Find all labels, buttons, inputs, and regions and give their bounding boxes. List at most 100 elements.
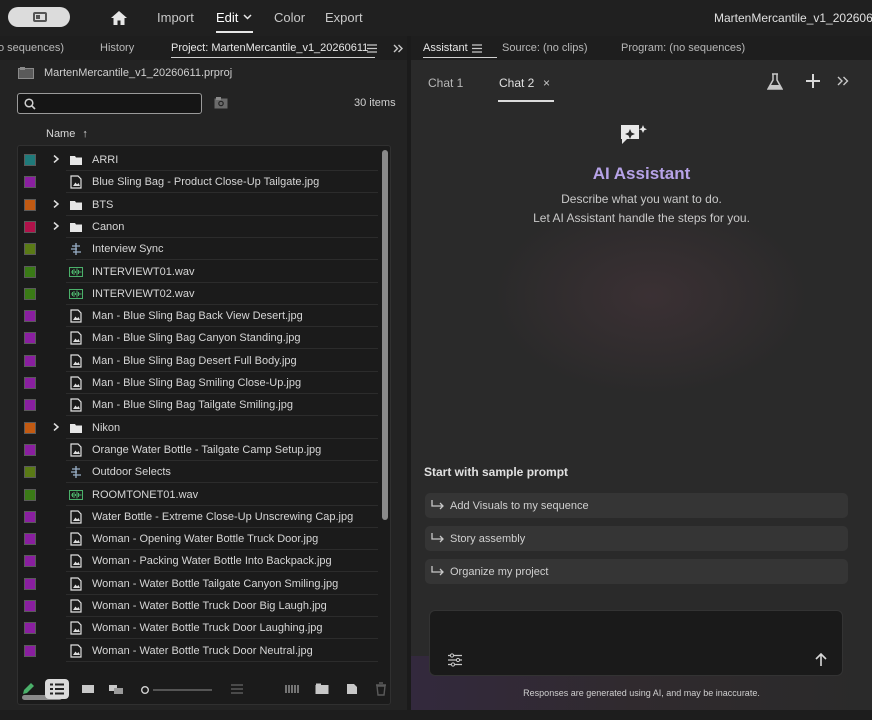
menu-import[interactable]: Import <box>157 10 194 25</box>
label-color-swatch[interactable] <box>24 243 36 256</box>
chevron-right-icon[interactable] <box>52 155 60 163</box>
chevron-right-icon[interactable] <box>52 422 60 431</box>
list-item[interactable]: Interview Sync <box>18 238 378 261</box>
project-file-icon <box>18 67 34 79</box>
list-item-label: Man - Blue Sling Bag Desert Full Body.jp… <box>92 354 297 367</box>
close-icon[interactable]: × <box>543 76 550 90</box>
label-color-swatch[interactable] <box>24 310 36 323</box>
list-item[interactable]: Woman - Water Bottle Truck Door Big Laug… <box>18 595 378 617</box>
list-item[interactable]: Water Bottle - Extreme Close-Up Unscrewi… <box>18 506 378 528</box>
list-item[interactable]: INTERVIEWT02.wav <box>18 283 378 305</box>
row-divider <box>66 482 378 484</box>
list-item[interactable]: Woman - Water Bottle Tailgate Canyon Smi… <box>18 573 378 595</box>
label-color-swatch[interactable] <box>24 510 36 523</box>
list-item[interactable]: Woman - Opening Water Bottle Truck Door.… <box>18 528 378 551</box>
overflow-chevrons-icon[interactable] <box>837 76 849 86</box>
label-color-swatch[interactable] <box>24 644 36 657</box>
label-color-swatch[interactable] <box>24 265 36 278</box>
tab-source[interactable]: Source: (no clips) <box>502 42 588 54</box>
chevron-down-icon[interactable] <box>243 14 252 20</box>
new-item-icon[interactable] <box>344 681 360 697</box>
list-item[interactable]: BTS <box>18 194 378 216</box>
tab-chat-1[interactable]: Chat 1 <box>428 76 463 90</box>
send-arrow-icon[interactable] <box>815 653 827 667</box>
list-item[interactable]: Man - Blue Sling Bag Desert Full Body.jp… <box>18 350 378 372</box>
label-color-swatch[interactable] <box>24 377 36 389</box>
label-color-swatch[interactable] <box>24 421 36 434</box>
list-item[interactable]: ARRI <box>18 149 378 171</box>
tab-program[interactable]: Program: (no sequences) <box>621 42 745 54</box>
label-color-swatch[interactable] <box>24 555 36 568</box>
list-item[interactable]: Man - Blue Sling Bag Back View Desert.jp… <box>18 305 378 328</box>
prompt-organize-project-button[interactable]: Organize my project <box>425 559 848 584</box>
home-icon[interactable] <box>110 9 128 27</box>
new-bin-icon[interactable] <box>314 681 330 697</box>
list-item[interactable]: Man - Blue Sling Bag Canyon Standing.jpg <box>18 327 378 350</box>
automate-to-sequence-icon[interactable] <box>284 681 300 697</box>
menu-export[interactable]: Export <box>325 10 363 25</box>
timeline-strip <box>0 710 872 720</box>
tab-project[interactable]: Project: MartenMercantile_v1_20260611 <box>171 42 368 54</box>
menu-color[interactable]: Color <box>274 10 305 25</box>
beaker-icon[interactable] <box>767 73 783 91</box>
list-item[interactable]: ROOMTONET01.wav <box>18 484 378 506</box>
label-color-swatch[interactable] <box>24 466 36 479</box>
name-column-header[interactable]: Name ↑ <box>46 128 88 140</box>
label-color-swatch[interactable] <box>24 533 36 546</box>
label-color-swatch[interactable] <box>24 622 36 635</box>
icon-view-icon[interactable] <box>80 681 96 697</box>
hamburger-menu-icon[interactable] <box>472 44 482 53</box>
chevron-right-icon[interactable] <box>52 221 60 230</box>
menu-edit[interactable]: Edit <box>216 10 238 25</box>
label-color-swatch[interactable] <box>24 600 36 612</box>
freeform-view-icon[interactable] <box>108 681 124 697</box>
tab-history[interactable]: History <box>100 42 134 54</box>
new-search-bin-icon[interactable] <box>214 97 228 109</box>
list-item[interactable]: Woman - Packing Water Bottle Into Backpa… <box>18 550 378 573</box>
prompt-add-visuals-button[interactable]: Add Visuals to my sequence <box>425 493 848 518</box>
zoom-slider[interactable] <box>140 686 214 694</box>
tab-assistant[interactable]: Assistant <box>423 42 468 54</box>
row-divider <box>66 370 378 372</box>
workspace-toggle-button[interactable] <box>8 7 70 27</box>
label-color-swatch[interactable] <box>24 198 36 211</box>
label-color-swatch[interactable] <box>24 176 36 189</box>
chat-input[interactable] <box>429 610 843 676</box>
settings-sliders-icon[interactable] <box>447 653 463 667</box>
tab-sequences[interactable]: o sequences) <box>0 42 64 54</box>
label-color-swatch[interactable] <box>24 220 36 233</box>
prompt-story-assembly-button[interactable]: Story assembly <box>425 526 848 551</box>
sort-icons-icon[interactable] <box>229 681 245 697</box>
list-item[interactable]: Nikon <box>18 417 378 439</box>
list-item[interactable]: Man - Blue Sling Bag Tailgate Smiling.jp… <box>18 394 378 417</box>
search-input[interactable] <box>17 93 202 114</box>
overflow-chevrons-icon[interactable] <box>393 44 403 53</box>
label-color-swatch[interactable] <box>24 443 36 456</box>
vertical-scrollbar[interactable] <box>382 150 388 520</box>
label-color-swatch[interactable] <box>24 577 36 590</box>
image-file-icon <box>69 398 83 412</box>
label-color-swatch[interactable] <box>24 354 36 367</box>
label-color-swatch[interactable] <box>24 154 36 166</box>
label-color-swatch[interactable] <box>24 287 36 300</box>
new-chat-plus-icon[interactable] <box>805 73 821 89</box>
list-view-button[interactable] <box>45 679 69 699</box>
list-item[interactable]: Outdoor Selects <box>18 461 378 484</box>
label-color-swatch[interactable] <box>24 332 36 345</box>
row-divider <box>66 459 378 461</box>
list-item[interactable]: Orange Water Bottle - Tailgate Camp Setu… <box>18 439 378 461</box>
tab-chat-2[interactable]: Chat 2 <box>499 76 534 90</box>
label-color-swatch[interactable] <box>24 399 36 412</box>
hamburger-menu-icon[interactable] <box>367 44 377 53</box>
list-item[interactable]: Canon <box>18 216 378 238</box>
pencil-icon[interactable] <box>20 681 36 697</box>
list-item[interactable]: Man - Blue Sling Bag Smiling Close-Up.jp… <box>18 372 378 394</box>
label-color-swatch[interactable] <box>24 488 36 501</box>
list-item[interactable]: Woman - Water Bottle Truck Door Laughing… <box>18 617 378 640</box>
list-item[interactable]: Blue Sling Bag - Product Close-Up Tailga… <box>18 171 378 194</box>
trash-icon[interactable] <box>373 681 389 697</box>
list-item[interactable]: Woman - Water Bottle Truck Door Neutral.… <box>18 640 378 662</box>
list-item[interactable]: INTERVIEWT01.wav <box>18 261 378 283</box>
row-divider <box>66 415 378 417</box>
chevron-right-icon[interactable] <box>52 199 60 208</box>
